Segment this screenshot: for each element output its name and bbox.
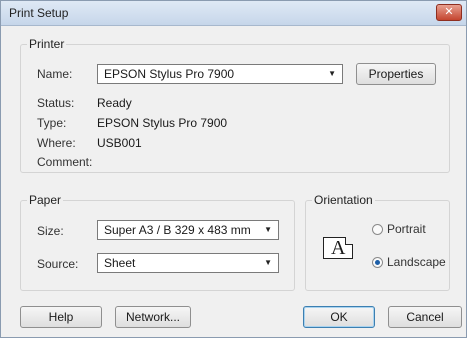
type-value: EPSON Stylus Pro 7900 <box>97 116 228 130</box>
printer-name-select[interactable]: EPSON Stylus Pro 7900 ▼ <box>97 64 343 84</box>
properties-button[interactable]: Properties <box>356 63 436 85</box>
help-button[interactable]: Help <box>20 306 102 328</box>
comment-label: Comment: <box>37 155 93 169</box>
landscape-label[interactable]: Landscape <box>387 255 446 269</box>
paper-group: Paper <box>20 193 295 291</box>
status-label: Status: <box>37 96 75 110</box>
orientation-group-label: Orientation <box>314 193 373 207</box>
where-value: USB001 <box>97 136 142 150</box>
dropdown-arrow-icon: ▼ <box>328 69 336 78</box>
source-label: Source: <box>37 257 79 271</box>
where-label: Where: <box>37 136 76 150</box>
status-value: Ready <box>97 96 132 110</box>
window-title: Print Setup <box>9 6 69 20</box>
size-label: Size: <box>37 224 64 238</box>
printer-name-value: EPSON Stylus Pro 7900 <box>104 67 235 81</box>
paper-group-label: Paper <box>29 193 62 207</box>
print-setup-dialog: Print Setup ✕ Printer Name: EPSON Stylus… <box>0 0 467 338</box>
paper-size-select[interactable]: Super A3 / B 329 x 483 mm ▼ <box>97 220 279 240</box>
printer-group-label: Printer <box>29 37 65 51</box>
cancel-button[interactable]: Cancel <box>388 306 462 328</box>
portrait-label[interactable]: Portrait <box>387 222 426 236</box>
paper-source-select[interactable]: Sheet ▼ <box>97 253 279 273</box>
orientation-page-icon: A <box>323 237 353 259</box>
ok-button[interactable]: OK <box>303 306 375 328</box>
portrait-radio[interactable] <box>372 224 383 235</box>
network-button[interactable]: Network... <box>115 306 191 328</box>
dropdown-arrow-icon: ▼ <box>264 225 272 234</box>
paper-source-value: Sheet <box>104 256 136 270</box>
type-label: Type: <box>37 116 67 130</box>
name-label: Name: <box>37 67 73 81</box>
landscape-radio[interactable] <box>372 257 383 268</box>
printer-group: Printer <box>20 37 450 173</box>
title-bar: Print Setup ✕ <box>1 1 466 26</box>
dropdown-arrow-icon: ▼ <box>264 258 272 267</box>
paper-size-value: Super A3 / B 329 x 483 mm <box>104 223 251 237</box>
orientation-letter: A <box>331 237 346 259</box>
close-icon[interactable]: ✕ <box>436 4 462 21</box>
